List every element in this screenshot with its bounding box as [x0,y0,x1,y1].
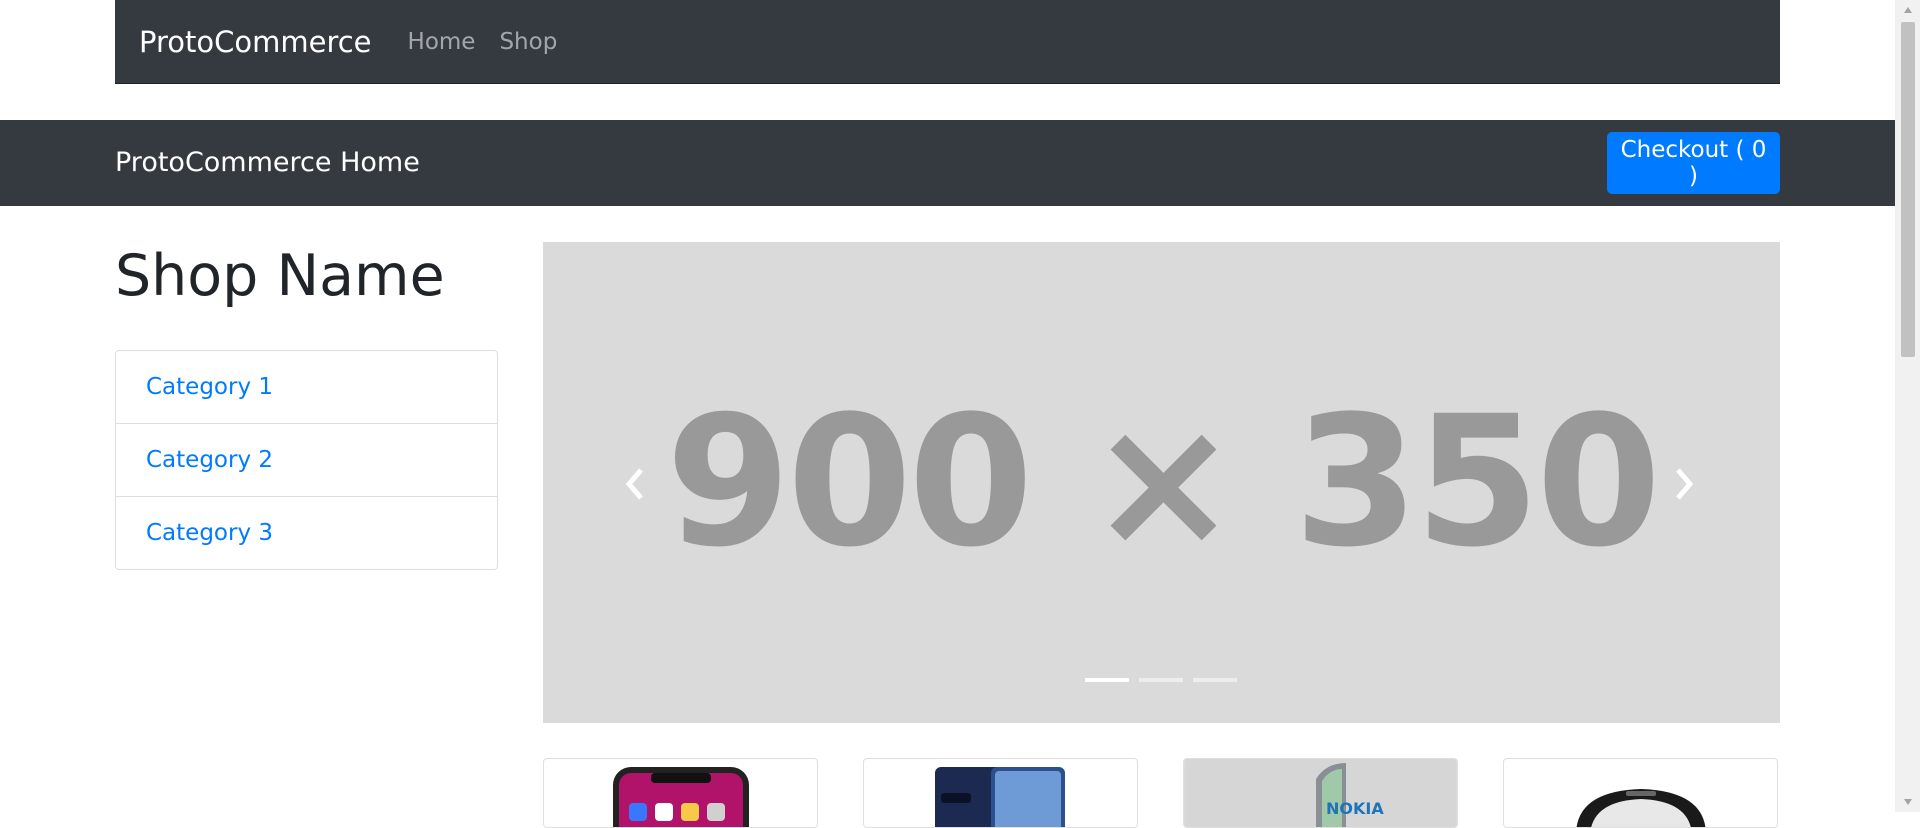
samsung-note8-image [934,767,1065,827]
carousel-indicator-2[interactable] [1139,678,1183,682]
carousel-indicator-3[interactable] [1193,678,1237,682]
product-card-1[interactable] [543,758,818,828]
scrollbar-thumb[interactable] [1901,22,1915,357]
page-header-bar: ProtoCommerce Home Checkout ( 0 ) [0,120,1895,206]
category-item-1[interactable]: Category 1 [116,351,497,424]
nokia-edge-image: NOKIA [1185,759,1456,827]
carousel-indicator-1[interactable] [1085,678,1129,682]
carousel-placeholder-text: 900 × 350 [665,378,1662,587]
product-card-4[interactable] [1503,758,1778,828]
hero-carousel: 900 × 350 [543,242,1780,723]
page-header-title: ProtoCommerce Home [115,147,420,178]
navbar-brand[interactable]: ProtoCommerce [139,25,372,59]
category-item-3[interactable]: Category 3 [116,497,497,569]
carousel-indicators [1085,678,1237,682]
svg-text:NOKIA: NOKIA [1326,799,1384,818]
category-list: Category 1 Category 2 Category 3 [115,350,498,570]
blackberry-image [1576,789,1705,827]
chevron-right-icon[interactable] [1654,454,1714,514]
category-item-2[interactable]: Category 2 [116,424,497,497]
nav-link-home[interactable]: Home [408,29,476,55]
scroll-up-arrow-icon[interactable] [1895,0,1920,20]
checkout-button[interactable]: Checkout ( 0 ) [1607,132,1780,194]
chevron-left-icon[interactable] [605,454,665,514]
shop-name-heading: Shop Name [115,243,445,309]
page-scrollbar[interactable] [1895,0,1920,812]
top-navbar: ProtoCommerce Home Shop [115,0,1780,84]
nav-link-shop[interactable]: Shop [499,29,557,55]
iphone-x-image [612,767,749,827]
product-card-3[interactable]: NOKIA [1183,758,1458,828]
scroll-down-arrow-icon[interactable] [1895,792,1920,812]
product-card-2[interactable] [863,758,1138,828]
